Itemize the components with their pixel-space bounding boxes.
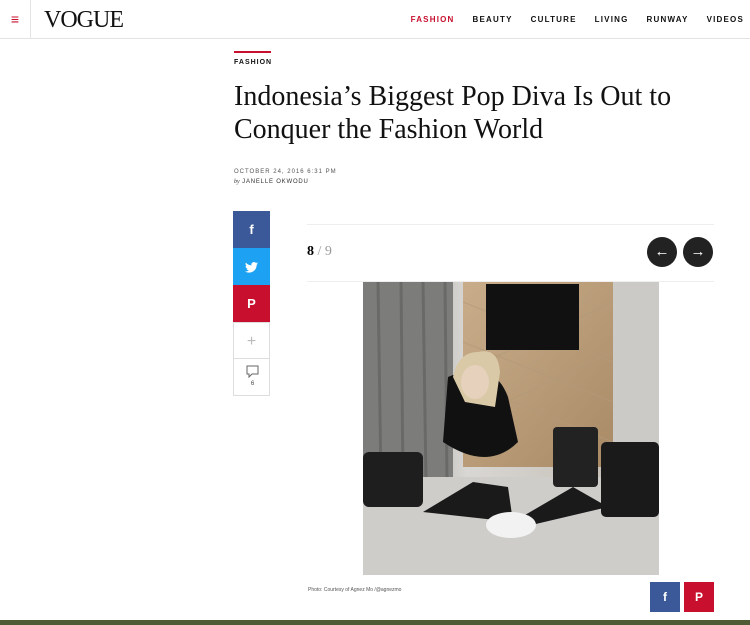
nav-fashion[interactable]: FASHION [411, 15, 455, 24]
comment-count: 6 [250, 381, 255, 387]
top-navigation-bar: ≡ VOGUE FASHION BEAUTY CULTURE LIVING RU… [0, 0, 750, 39]
article-headline: Indonesia’s Biggest Pop Diva Is Out to C… [234, 81, 672, 145]
comments-button[interactable]: 6 [233, 359, 270, 396]
previous-slide-button[interactable]: ← [647, 237, 677, 267]
publish-date: OCTOBER 24, 2016 6:31 PM [234, 169, 337, 175]
author-name[interactable]: JANELLE OKWODU [242, 179, 309, 185]
photo-illustration [363, 282, 659, 575]
nav-runway[interactable]: RUNWAY [647, 15, 689, 24]
photo-pinterest-share-button[interactable]: P [684, 582, 714, 612]
twitter-share-button[interactable] [233, 248, 270, 285]
slide-total: 9 [324, 244, 332, 259]
facebook-share-button[interactable]: f [233, 211, 270, 248]
main-nav: FASHION BEAUTY CULTURE LIVING RUNWAY VID… [393, 0, 744, 38]
pinterest-share-button[interactable]: P [233, 285, 270, 322]
next-slide-button[interactable]: → [683, 237, 713, 267]
photo-caption: Photo: Courtesy of Agnez Mo /@agnezmo [308, 587, 402, 593]
byline-prefix: by [234, 179, 240, 185]
slide-counter: 8 / 9 [307, 244, 332, 260]
nav-videos[interactable]: VIDEOS [707, 15, 744, 24]
menu-icon[interactable]: ≡ [0, 0, 31, 38]
nav-culture[interactable]: CULTURE [531, 15, 577, 24]
gallery-header: 8 / 9 ← → [307, 224, 714, 282]
more-share-button[interactable]: + [233, 322, 270, 359]
twitter-icon [245, 262, 258, 273]
slide-current: 8 [307, 244, 314, 259]
comment-icon [246, 365, 259, 378]
byline: by JANELLE OKWODU [234, 179, 309, 185]
nav-living[interactable]: LIVING [595, 15, 629, 24]
category-rule [234, 51, 271, 53]
nav-beauty[interactable]: BEAUTY [473, 15, 513, 24]
slide-separator: / [317, 244, 322, 259]
share-rail: f P + 6 [233, 211, 270, 396]
photo-facebook-share-button[interactable]: f [650, 582, 680, 612]
bottom-strip [0, 620, 750, 625]
gallery-photo[interactable] [363, 282, 659, 575]
vogue-logo[interactable]: VOGUE [44, 6, 124, 34]
category-label[interactable]: FASHION [234, 59, 272, 66]
